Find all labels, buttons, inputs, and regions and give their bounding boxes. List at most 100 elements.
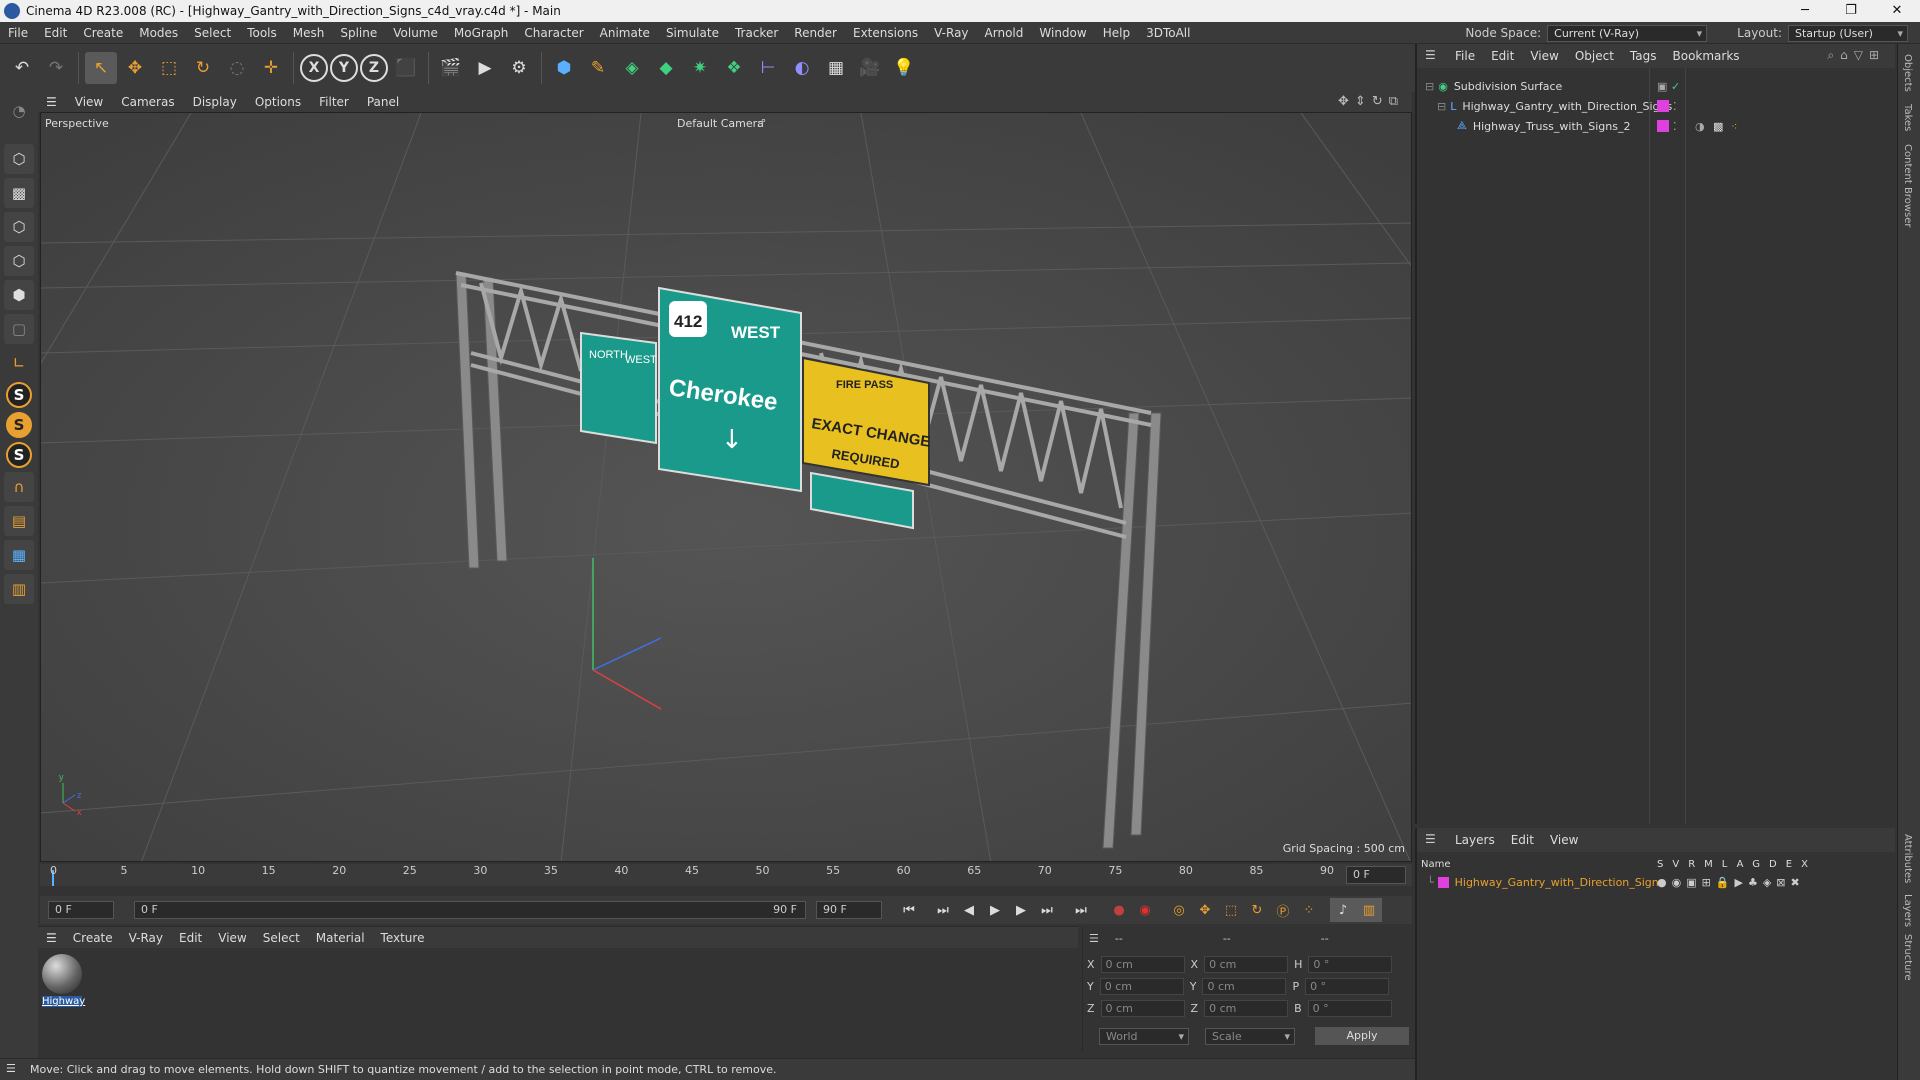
mograph-icon[interactable]: ❖ bbox=[718, 52, 750, 84]
size-z-field[interactable]: 0 cm bbox=[1204, 999, 1289, 1017]
locked-workplane-icon[interactable]: ▥ bbox=[4, 574, 34, 604]
tab-layers[interactable]: Layers bbox=[1902, 894, 1913, 927]
cube-icon[interactable]: ⬢ bbox=[548, 52, 580, 84]
uvw-tag-icon[interactable]: ▩ bbox=[1713, 120, 1723, 133]
menu-file[interactable]: File bbox=[0, 22, 36, 44]
position-key-icon[interactable]: ✥ bbox=[1192, 898, 1218, 922]
menu-help[interactable]: Help bbox=[1095, 22, 1138, 44]
grid-snap-icon[interactable]: ▦ bbox=[4, 540, 34, 570]
menu-tracker[interactable]: Tracker bbox=[727, 22, 786, 44]
previous-frame-icon[interactable]: ◀ bbox=[956, 898, 982, 922]
layer-manager-hamburger-icon[interactable]: ☰ bbox=[1425, 832, 1436, 846]
menu-volume[interactable]: Volume bbox=[385, 22, 446, 44]
live-selection-icon[interactable]: ◌ bbox=[221, 52, 253, 84]
material-swatch[interactable]: Highway bbox=[42, 954, 85, 1010]
menu-3dtoall[interactable]: 3DToAll bbox=[1138, 22, 1198, 44]
menu-arnold[interactable]: Arnold bbox=[977, 22, 1032, 44]
tab-takes[interactable]: Takes bbox=[1902, 104, 1913, 131]
timeline-window-icon[interactable]: ♪ bbox=[1330, 898, 1356, 922]
layer-flag-icons[interactable]: ●◉▣⊞🔒▶♣◈⊠✖ bbox=[1657, 876, 1805, 889]
menu-vray[interactable]: V-Ray bbox=[926, 22, 976, 44]
render-view-icon[interactable]: 🎬 bbox=[435, 52, 467, 84]
objects-menu-tags[interactable]: Tags bbox=[1622, 49, 1665, 63]
visibility-dots-icon[interactable]: ⁚ bbox=[1673, 120, 1677, 133]
object-manager-hamburger-icon[interactable]: ☰ bbox=[1425, 48, 1436, 62]
menu-edit[interactable]: Edit bbox=[36, 22, 75, 44]
object-row-subdivision-surface[interactable]: ⊟ ◉ Subdivision Surface ▣ ✓ bbox=[1417, 76, 1897, 96]
layer-color-swatch[interactable] bbox=[1437, 876, 1449, 888]
material-menu-create[interactable]: Create bbox=[65, 931, 121, 945]
tab-objects[interactable]: Objects bbox=[1902, 54, 1913, 92]
point-mode-icon[interactable]: ⬡ bbox=[4, 212, 34, 242]
expand-icon[interactable]: ⊟ bbox=[1437, 100, 1446, 113]
model-mode-icon[interactable]: ⬡ bbox=[4, 144, 34, 174]
layout-dropdown[interactable]: Startup (User) bbox=[1788, 24, 1908, 42]
texture-mode-icon[interactable]: ▩ bbox=[4, 178, 34, 208]
menu-select[interactable]: Select bbox=[186, 22, 239, 44]
node-space-dropdown[interactable]: Current (V-Ray) bbox=[1547, 24, 1708, 42]
menu-modes[interactable]: Modes bbox=[131, 22, 186, 44]
visibility-dots-icon[interactable]: ⁚ bbox=[1673, 100, 1677, 113]
render-picture-viewer-icon[interactable]: ▶ bbox=[469, 52, 501, 84]
floor-icon[interactable]: ▦ bbox=[820, 52, 852, 84]
menu-tools[interactable]: Tools bbox=[239, 22, 285, 44]
frame-range-slider[interactable]: 0 F 90 F bbox=[134, 901, 806, 919]
cloner-icon[interactable]: ✷ bbox=[684, 52, 716, 84]
x-axis-lock-icon[interactable]: X bbox=[300, 54, 328, 82]
layer-color-swatch[interactable] bbox=[1657, 100, 1669, 112]
go-to-start-icon[interactable]: ⏮ bbox=[896, 898, 922, 922]
camera-icon[interactable]: 🎥 bbox=[854, 52, 886, 84]
layers-menu-edit[interactable]: Edit bbox=[1503, 833, 1542, 847]
menu-window[interactable]: Window bbox=[1031, 22, 1094, 44]
object-row-gantry[interactable]: ⊟ L Highway_Gantry_with_Direction_Signs … bbox=[1417, 96, 1897, 116]
scale-key-icon[interactable]: ⬚ bbox=[1218, 898, 1244, 922]
rotation-h-field[interactable]: 0 ° bbox=[1308, 955, 1393, 973]
axis-mode-icon[interactable]: ∟ bbox=[4, 348, 34, 378]
objects-menu-bookmarks[interactable]: Bookmarks bbox=[1665, 49, 1748, 63]
rotation-key-icon[interactable]: ↻ bbox=[1244, 898, 1270, 922]
layer-name[interactable]: Highway_Gantry_with_Direction_Signs bbox=[1455, 876, 1665, 889]
snap-settings-icon[interactable]: S bbox=[6, 412, 32, 438]
tab-attributes[interactable]: Attributes bbox=[1902, 834, 1913, 883]
menu-extensions[interactable]: Extensions bbox=[845, 22, 926, 44]
quantize-icon[interactable]: S bbox=[6, 442, 32, 468]
start-frame-field[interactable]: 0 F bbox=[48, 901, 114, 919]
expand-icon[interactable]: ⊟ bbox=[1425, 80, 1434, 93]
redo-icon[interactable]: ↷ bbox=[40, 52, 72, 84]
objects-menu-edit[interactable]: Edit bbox=[1483, 49, 1522, 63]
material-hamburger-icon[interactable]: ☰ bbox=[38, 931, 65, 945]
move-tool-icon[interactable]: ✥ bbox=[119, 52, 151, 84]
maximize-button[interactable]: ❐ bbox=[1828, 0, 1874, 22]
menu-create[interactable]: Create bbox=[75, 22, 131, 44]
material-menu-view[interactable]: View bbox=[210, 931, 254, 945]
viewport-menu-panel[interactable]: Panel bbox=[358, 95, 408, 109]
enabled-check-icon[interactable]: ✓ bbox=[1671, 80, 1680, 93]
next-key-icon[interactable]: ⏭ bbox=[1034, 898, 1060, 922]
rotation-p-field[interactable]: 0 ° bbox=[1305, 977, 1390, 995]
position-z-field[interactable]: 0 cm bbox=[1100, 999, 1185, 1017]
3d-viewport[interactable]: NORTH WEST 412 WEST Cherokee ↓ FIRE PASS… bbox=[40, 112, 1412, 862]
timeline-current-frame-field[interactable]: 0 F bbox=[1346, 866, 1406, 884]
y-axis-lock-icon[interactable]: Y bbox=[330, 54, 358, 82]
visibility-dots-icon[interactable]: ▣ bbox=[1657, 80, 1667, 93]
objects-menu-view[interactable]: View bbox=[1522, 49, 1566, 63]
snap-icon[interactable]: S bbox=[6, 382, 32, 408]
z-axis-lock-icon[interactable]: Z bbox=[360, 54, 388, 82]
viewport-menu-cameras[interactable]: Cameras bbox=[112, 95, 183, 109]
menu-mesh[interactable]: Mesh bbox=[285, 22, 333, 44]
position-x-field[interactable]: 0 cm bbox=[1100, 955, 1185, 973]
material-menu-vray[interactable]: V-Ray bbox=[121, 931, 171, 945]
close-button[interactable]: ✕ bbox=[1874, 0, 1920, 22]
menu-simulate[interactable]: Simulate bbox=[658, 22, 727, 44]
dopesheet-icon[interactable]: ▥ bbox=[1356, 898, 1382, 922]
next-frame-icon[interactable]: ▶ bbox=[1008, 898, 1034, 922]
menu-render[interactable]: Render bbox=[786, 22, 845, 44]
undo-icon[interactable]: ↶ bbox=[6, 52, 38, 84]
menu-mograph[interactable]: MoGraph bbox=[446, 22, 517, 44]
play-icon[interactable]: ▶ bbox=[982, 898, 1008, 922]
vray-tag-icon[interactable]: ⁖ bbox=[1731, 120, 1737, 133]
viewport-menu-filter[interactable]: Filter bbox=[310, 95, 358, 109]
polygon-mode-icon[interactable]: ⬢ bbox=[4, 280, 34, 310]
field-icon[interactable]: ◐ bbox=[786, 52, 818, 84]
layers-menu-layers[interactable]: Layers bbox=[1447, 833, 1503, 847]
